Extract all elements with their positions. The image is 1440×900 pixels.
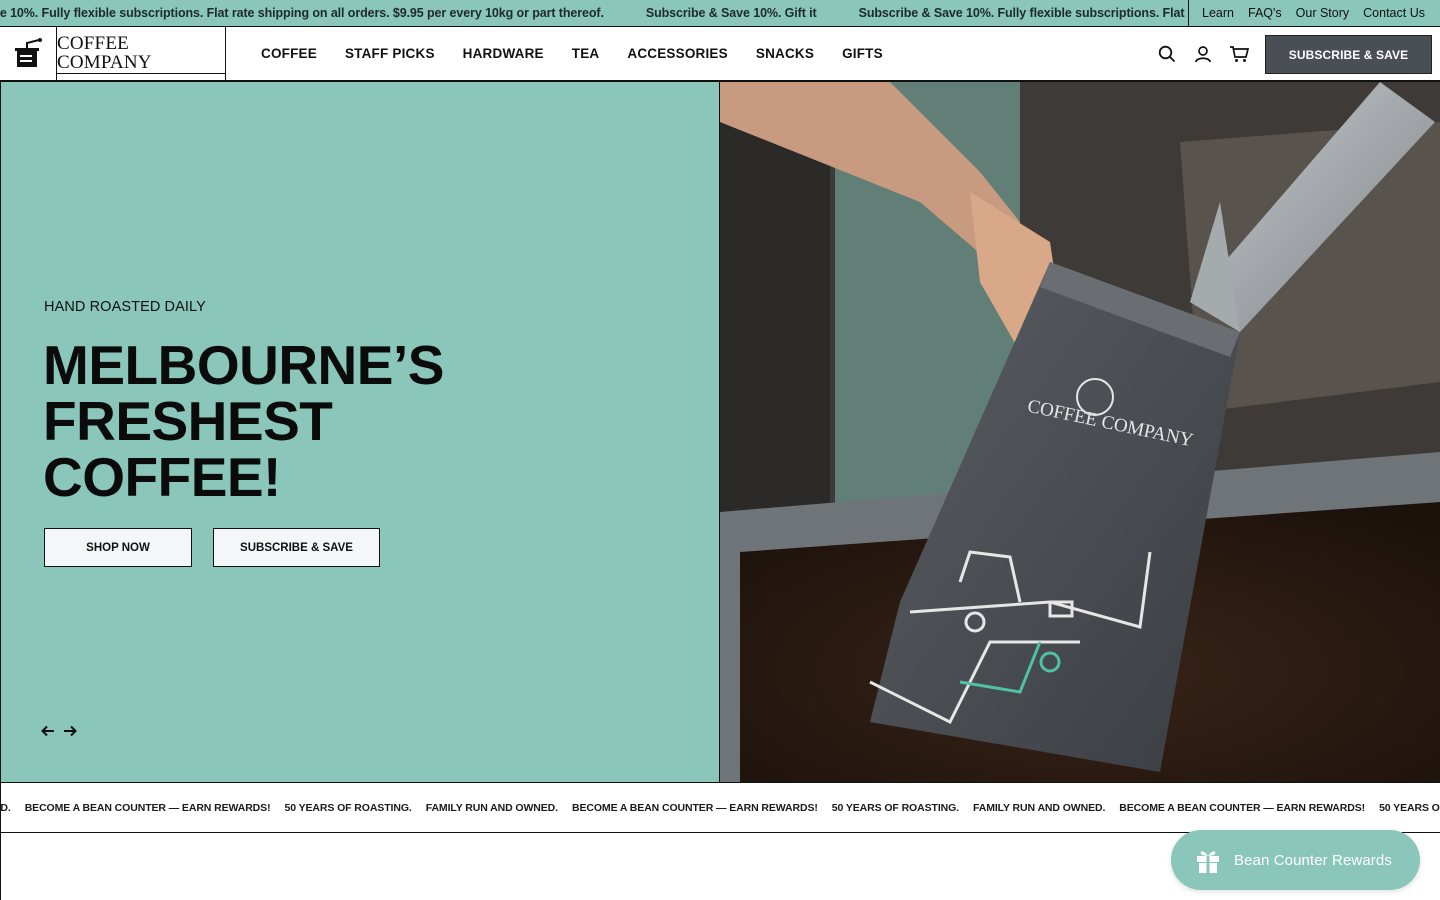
arrow-right-icon[interactable] <box>63 724 77 738</box>
rewards-launcher-button[interactable]: Bean Counter Rewards <box>1171 830 1420 890</box>
header-icons <box>1156 27 1250 80</box>
main-nav: COFFEE STAFF PICKS HARDWARE TEA ACCESSOR… <box>261 27 883 80</box>
coffee-grinder-icon <box>15 37 42 67</box>
hero-title-line: FRESHEST <box>43 390 333 452</box>
rewards-label: Bean Counter Rewards <box>1234 851 1392 869</box>
subscribe-save-button[interactable]: SUBSCRIBE & SAVE <box>1265 35 1432 74</box>
announcement-bar: ve 10%. Fully flexible subscriptions. Fl… <box>0 0 1440 27</box>
marquee-item: 50 YEARS OF ROASTING. <box>284 802 412 814</box>
marquee-item: BECOME A BEAN COUNTER — EARN REWARDS! <box>1119 802 1366 814</box>
brand-logo[interactable]: COFFEE COMPANY <box>57 27 226 80</box>
nav-snacks[interactable]: SNACKS <box>756 46 814 61</box>
shop-now-button[interactable]: SHOP NOW <box>44 528 192 567</box>
nav-staff-picks[interactable]: STAFF PICKS <box>345 46 435 61</box>
marquee-item: FAMILY RUN AND OWNED. <box>973 802 1106 814</box>
hero-panel: HAND ROASTED DAILY MELBOURNE’S FRESHEST … <box>0 82 720 782</box>
nav-coffee[interactable]: COFFEE <box>261 46 317 61</box>
search-icon[interactable] <box>1156 43 1178 65</box>
marquee-item: BECOME A BEAN COUNTER — EARN REWARDS! <box>24 802 271 814</box>
faqs-link[interactable]: FAQ's <box>1248 6 1282 20</box>
logo-wordmark: COFFEE COMPANY <box>57 34 225 74</box>
arrow-left-icon[interactable] <box>41 724 55 738</box>
hero-title-line: MELBOURNE’S <box>43 334 444 396</box>
announcement-message: ve 10%. Fully flexible subscriptions. Fl… <box>0 6 604 20</box>
hero-image: COFFEE COMPANY <box>720 82 1440 782</box>
nav-tea[interactable]: TEA <box>572 46 600 61</box>
hero-subscribe-button[interactable]: SUBSCRIBE & SAVE <box>213 528 380 567</box>
gift-icon <box>1194 846 1222 874</box>
announcement-ticker: ve 10%. Fully flexible subscriptions. Fl… <box>0 0 1188 26</box>
grinder-logo-mark[interactable] <box>0 27 57 80</box>
nav-hardware[interactable]: HARDWARE <box>463 46 544 61</box>
announcement-message: Subscribe & Save 10%. Gift it <box>645 6 817 20</box>
contact-us-link[interactable]: Contact Us <box>1363 6 1425 20</box>
marquee-item: NED. <box>0 802 11 814</box>
promo-marquee: NED. BECOME A BEAN COUNTER — EARN REWARD… <box>0 782 1440 833</box>
hero-photo-illustration: COFFEE COMPANY <box>720 82 1440 782</box>
marquee-item: 50 YEARS OF ROASTING. <box>831 802 959 814</box>
nav-accessories[interactable]: ACCESSORIES <box>627 46 727 61</box>
our-story-link[interactable]: Our Story <box>1296 6 1350 20</box>
marquee-item: FAMILY RUN AND OWNED. <box>425 802 558 814</box>
learn-link[interactable]: Learn <box>1202 6 1234 20</box>
cart-icon[interactable] <box>1228 43 1250 65</box>
slider-arrows <box>41 724 77 738</box>
account-icon[interactable] <box>1192 43 1214 65</box>
site-header: COFFEE COMPANY COFFEE STAFF PICKS HARDWA… <box>0 27 1440 82</box>
announcement-message: Subscribe & Save 10%. Fully flexible sub… <box>858 6 1188 20</box>
marquee-item: 50 YEARS OF RO <box>1379 802 1440 814</box>
hero-title: MELBOURNE’S FRESHEST COFFEE! <box>43 337 563 505</box>
marquee-item: BECOME A BEAN COUNTER — EARN REWARDS! <box>571 802 818 814</box>
utility-links: Learn FAQ's Our Story Contact Us <box>1188 0 1440 26</box>
nav-gifts[interactable]: GIFTS <box>842 46 883 61</box>
hero-title-line: COFFEE! <box>43 446 281 508</box>
hero-eyebrow: HAND ROASTED DAILY <box>44 299 206 315</box>
